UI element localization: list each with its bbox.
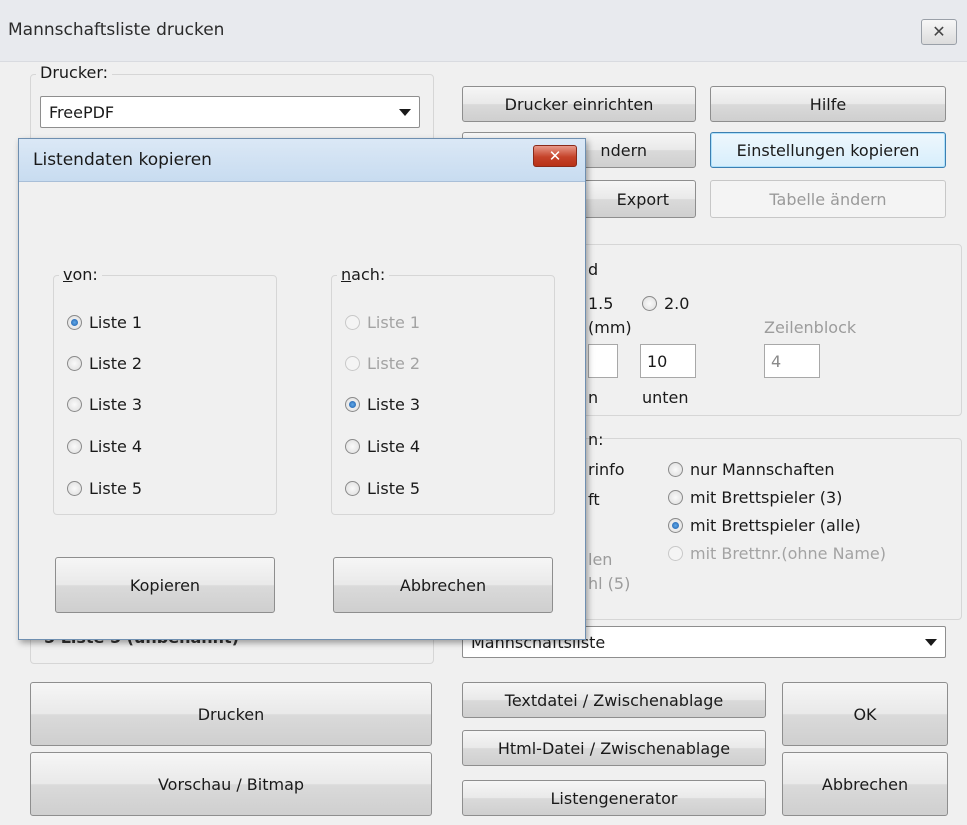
spacing-20-radio[interactable]: 2.0 <box>642 294 689 313</box>
main-title-bar: Mannschaftsliste drucken ✕ <box>0 0 967 62</box>
to-list-1-label: Liste 1 <box>367 313 421 332</box>
from-legend: von: <box>59 265 102 284</box>
zeilenblock-label: Zeilenblock <box>764 318 857 337</box>
from-list-5-radio[interactable]: Liste 5 <box>67 479 142 498</box>
layout-label-partial: d <box>588 260 599 279</box>
from-list-1-label: Liste 1 <box>89 313 143 332</box>
radio-selected-icon <box>345 397 360 412</box>
radio-icon <box>345 439 360 454</box>
dialog-close-button[interactable]: ✕ <box>533 145 577 167</box>
preview-bitmap-button[interactable]: Vorschau / Bitmap <box>30 752 432 816</box>
from-list-4-label: Liste 4 <box>89 437 143 456</box>
margin-top-input[interactable] <box>588 344 618 378</box>
radio-icon <box>668 546 683 561</box>
ok-button[interactable]: OK <box>782 682 948 746</box>
close-icon: ✕ <box>548 147 562 165</box>
radio-icon <box>67 356 82 371</box>
window-title: Mannschaftsliste drucken <box>8 20 225 40</box>
to-list-4-radio[interactable]: Liste 4 <box>345 437 420 456</box>
mm-label: (mm) <box>588 318 632 337</box>
content-info-partial: rinfo <box>588 460 625 479</box>
from-list-1-radio[interactable]: Liste 1 <box>67 313 142 332</box>
radio-icon <box>67 397 82 412</box>
html-file-button[interactable]: Html-Datei / Zwischenablage <box>462 730 766 766</box>
opt-board-no-radio[interactable]: mit Brettnr.(ohne Name) <box>668 544 886 563</box>
to-list-2-label: Liste 2 <box>367 354 421 373</box>
opt-board-3-radio[interactable]: mit Brettspieler (3) <box>668 488 842 507</box>
table-change-button[interactable]: Tabelle ändern <box>710 180 946 218</box>
margin-bottom-input[interactable]: 10 <box>640 344 696 378</box>
from-list-5-label: Liste 5 <box>89 479 143 498</box>
spacing-15-label: 1.5 <box>588 294 614 313</box>
printer-select-value: FreePDF <box>49 102 115 122</box>
radio-icon <box>67 481 82 496</box>
radio-icon <box>668 490 683 505</box>
from-list-2-radio[interactable]: Liste 2 <box>67 354 142 373</box>
radio-icon <box>345 481 360 496</box>
opt-board-3-label: mit Brettspieler (3) <box>690 488 843 507</box>
to-list-1-radio[interactable]: Liste 1 <box>345 313 420 332</box>
to-list-4-label: Liste 4 <box>367 437 421 456</box>
radio-icon <box>345 315 360 330</box>
opt-board-all-radio[interactable]: mit Brettspieler (alle) <box>668 516 861 535</box>
chevron-down-icon <box>925 639 937 646</box>
margin-bottom-value: 10 <box>647 351 668 371</box>
content-ft-partial: ft <box>588 490 600 509</box>
radio-icon <box>668 462 683 477</box>
cancel-button[interactable]: Abbrechen <box>782 752 948 816</box>
to-list-5-radio[interactable]: Liste 5 <box>345 479 420 498</box>
list-generator-button[interactable]: Listengenerator <box>462 780 766 816</box>
help-button[interactable]: Hilfe <box>710 86 946 122</box>
content-legend-partial: n: <box>588 430 604 449</box>
zeilenblock-input[interactable]: 4 <box>764 344 820 378</box>
radio-icon <box>642 296 657 311</box>
content-len-partial: len <box>588 550 613 569</box>
printer-select[interactable]: FreePDF <box>40 96 420 128</box>
spacing-20-label: 2.0 <box>664 294 690 313</box>
zeilenblock-value: 4 <box>771 351 782 371</box>
copy-list-dialog: Listendaten kopieren ✕ von: Liste 1 List… <box>18 138 586 640</box>
opt-board-all-label: mit Brettspieler (alle) <box>690 516 861 535</box>
close-icon: ✕ <box>932 22 946 41</box>
opt-only-teams-label: nur Mannschaften <box>690 460 835 479</box>
window-close-button[interactable]: ✕ <box>921 19 957 45</box>
to-list-3-radio[interactable]: Liste 3 <box>345 395 420 414</box>
content-hl-partial: hl (5) <box>588 574 631 593</box>
radio-selected-icon <box>67 315 82 330</box>
to-list-5-label: Liste 5 <box>367 479 421 498</box>
from-list-3-label: Liste 3 <box>89 395 143 414</box>
print-button[interactable]: Drucken <box>30 682 432 746</box>
to-list-3-label: Liste 3 <box>367 395 421 414</box>
radio-selected-icon <box>668 518 683 533</box>
dialog-title: Listendaten kopieren <box>33 150 212 170</box>
opt-only-teams-radio[interactable]: nur Mannschaften <box>668 460 835 479</box>
dialog-title-bar: Listendaten kopieren ✕ <box>19 139 585 182</box>
radio-icon <box>345 356 360 371</box>
dialog-cancel-button[interactable]: Abbrechen <box>333 557 553 613</box>
chevron-down-icon <box>399 109 411 116</box>
margin-top-label-partial: n <box>588 388 599 407</box>
copy-settings-button[interactable]: Einstellungen kopieren <box>710 132 946 168</box>
margin-bottom-label: unten <box>642 388 689 407</box>
copy-button[interactable]: Kopieren <box>55 557 275 613</box>
to-list-2-radio[interactable]: Liste 2 <box>345 354 420 373</box>
from-list-2-label: Liste 2 <box>89 354 143 373</box>
opt-board-no-label: mit Brettnr.(ohne Name) <box>690 544 887 563</box>
text-file-button[interactable]: Textdatei / Zwischenablage <box>462 682 766 718</box>
from-list-3-radio[interactable]: Liste 3 <box>67 395 142 414</box>
radio-icon <box>67 439 82 454</box>
printer-setup-button[interactable]: Drucker einrichten <box>462 86 696 122</box>
to-legend: nach: <box>337 265 390 284</box>
from-list-4-radio[interactable]: Liste 4 <box>67 437 142 456</box>
printer-legend: Drucker: <box>36 63 113 82</box>
